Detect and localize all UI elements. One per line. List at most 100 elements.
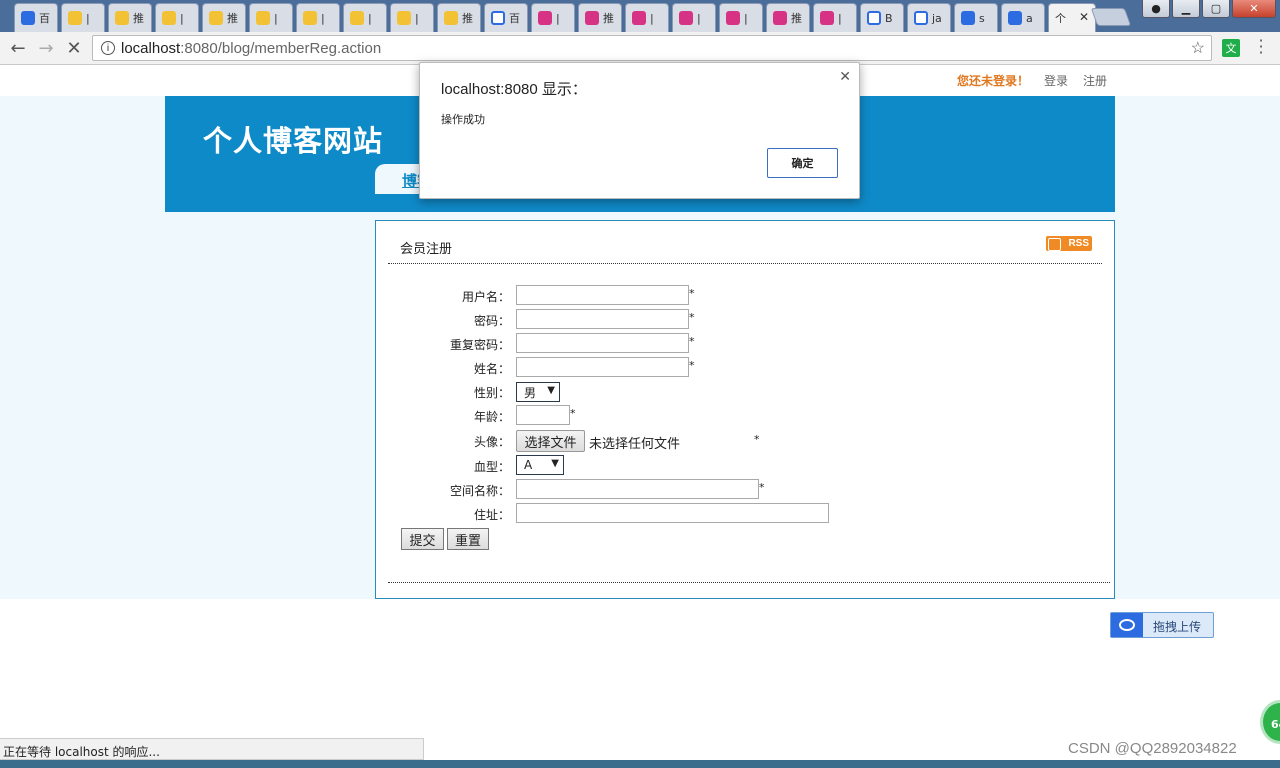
close-tab-icon[interactable]: ✕ xyxy=(1079,10,1089,24)
alert-dialog: localhost:8080 显示： ✕ 操作成功 确定 xyxy=(419,62,860,199)
tab-label: | xyxy=(180,11,184,25)
paw-icon xyxy=(21,11,35,25)
pink-app-icon xyxy=(632,11,646,25)
username-label: 用户名： xyxy=(461,290,510,304)
tab-label: s xyxy=(979,11,985,25)
tab-label: 百 xyxy=(509,12,520,25)
dialog-message: 操作成功 xyxy=(441,113,485,126)
space-name-input[interactable] xyxy=(516,479,759,499)
cup-icon xyxy=(397,11,411,25)
browser-tab[interactable]: | xyxy=(155,3,199,32)
cup-icon xyxy=(162,11,176,25)
browser-tab[interactable]: | xyxy=(813,3,857,32)
browser-tab[interactable]: | xyxy=(719,3,763,32)
site-info-icon[interactable]: i xyxy=(101,41,115,55)
tab-label: | xyxy=(86,11,90,25)
tab-label: 推 xyxy=(791,12,802,25)
gender-label: 性别： xyxy=(473,386,510,400)
age-input[interactable] xyxy=(516,405,570,425)
submit-button[interactable]: 提交 xyxy=(401,528,444,550)
avatar-label: 头像： xyxy=(473,435,510,449)
address-input[interactable] xyxy=(516,503,829,523)
tab-label: | xyxy=(744,11,748,25)
browser-tab[interactable]: | xyxy=(249,3,293,32)
browser-tab[interactable]: 推 xyxy=(766,3,810,32)
translate-extension-icon[interactable]: 文 xyxy=(1222,39,1240,57)
registration-panel: 会员注册 RSS 用户名： * 密码： * 重复密码： * 姓名： * 性别： … xyxy=(375,220,1115,599)
age-label: 年龄： xyxy=(473,410,510,424)
browser-tab[interactable]: | xyxy=(531,3,575,32)
browser-tab[interactable]: | xyxy=(343,3,387,32)
cup-icon xyxy=(68,11,82,25)
password-input[interactable] xyxy=(516,309,689,329)
maximize-button[interactable]: ▢ xyxy=(1202,0,1230,18)
minimize-button[interactable]: ▁ xyxy=(1172,0,1200,18)
stop-loading-icon[interactable]: ✕ xyxy=(62,37,86,59)
register-link[interactable]: 注册 xyxy=(1083,72,1107,89)
cloud-icon xyxy=(1111,613,1143,637)
bookmark-star-icon[interactable]: ☆ xyxy=(1191,38,1205,58)
required-mark: * xyxy=(570,407,576,420)
browser-tab[interactable]: s xyxy=(954,3,998,32)
browser-tab[interactable]: 推 xyxy=(578,3,622,32)
name-input[interactable] xyxy=(516,357,689,377)
rss-icon[interactable]: RSS xyxy=(1046,236,1092,251)
browser-tab[interactable]: ja xyxy=(907,3,951,32)
close-window-button[interactable]: ✕ xyxy=(1232,0,1276,18)
pink-app-icon xyxy=(726,11,740,25)
status-bar: 正在等待 localhost 的响应... xyxy=(0,738,424,760)
gender-value: 男 xyxy=(524,385,537,400)
browser-tab[interactable]: | xyxy=(390,3,434,32)
pink-app-icon xyxy=(679,11,693,25)
window-controls: ● ▁ ▢ ✕ xyxy=(1142,0,1276,18)
taskbar xyxy=(0,760,1280,768)
panel-title: 会员注册 xyxy=(400,242,453,257)
browser-tab[interactable]: | xyxy=(296,3,340,32)
blood-type-select[interactable]: A ▼ xyxy=(516,455,564,475)
address-bar[interactable]: i localhost:8080/blog/memberReg.action ☆ xyxy=(92,35,1212,61)
address-host: localhost xyxy=(121,39,181,57)
pink-app-icon xyxy=(538,11,552,25)
address-path: :8080/blog/memberReg.action xyxy=(180,39,382,57)
browser-tab[interactable]: a xyxy=(1001,3,1045,32)
login-link[interactable]: 登录 xyxy=(1044,72,1068,89)
cup-icon xyxy=(256,11,270,25)
gender-select[interactable]: 男 ▼ xyxy=(516,382,560,402)
reset-button[interactable]: 重置 xyxy=(447,528,489,550)
browser-tab[interactable]: B xyxy=(860,3,904,32)
browser-tab[interactable]: 百 xyxy=(484,3,528,32)
tab-label: a xyxy=(1026,11,1033,25)
cup-icon xyxy=(115,11,129,25)
password-label: 密码： xyxy=(473,314,510,328)
tab-label: 推 xyxy=(227,12,238,25)
username-input[interactable] xyxy=(516,285,689,305)
browser-tab[interactable]: 推 xyxy=(202,3,246,32)
tab-label: | xyxy=(650,11,654,25)
browser-tab[interactable]: 个 ✕ xyxy=(1048,3,1096,32)
repassword-input[interactable] xyxy=(516,333,689,353)
menu-icon[interactable]: · · · xyxy=(1256,33,1266,61)
user-icon[interactable]: ● xyxy=(1142,0,1170,18)
site-title: 个人博客网站 xyxy=(203,124,384,158)
tab-label: | xyxy=(838,11,842,25)
space-name-label: 空间名称： xyxy=(449,484,510,498)
cup-icon xyxy=(444,11,458,25)
required-mark: * xyxy=(689,335,695,348)
drag-upload-widget[interactable]: 拖拽上传 xyxy=(1110,612,1214,638)
browser-tab[interactable]: 推 xyxy=(437,3,481,32)
browser-tab[interactable]: | xyxy=(625,3,669,32)
close-icon[interactable]: ✕ xyxy=(839,69,851,85)
tab-strip: 百 | 推 | 推 | | | | 推百 | 推 | | | 推 | Bja s a 个 ✕ ● ▁ ▢ ✕ xyxy=(0,0,1280,32)
dialog-ok-button[interactable]: 确定 xyxy=(767,148,838,178)
forward-icon[interactable]: → xyxy=(34,37,58,59)
browser-tab[interactable]: 百 xyxy=(14,3,58,32)
browser-tab[interactable]: 推 xyxy=(108,3,152,32)
blood-type-value: A xyxy=(524,458,533,472)
tab-label: 百 xyxy=(39,12,50,25)
choose-file-button[interactable]: 选择文件 xyxy=(516,430,585,452)
browser-tab[interactable]: | xyxy=(672,3,716,32)
browser-tab[interactable]: | xyxy=(61,3,105,32)
new-tab-button[interactable] xyxy=(1090,8,1132,26)
required-mark: * xyxy=(689,359,695,372)
back-icon[interactable]: ← xyxy=(6,37,30,59)
